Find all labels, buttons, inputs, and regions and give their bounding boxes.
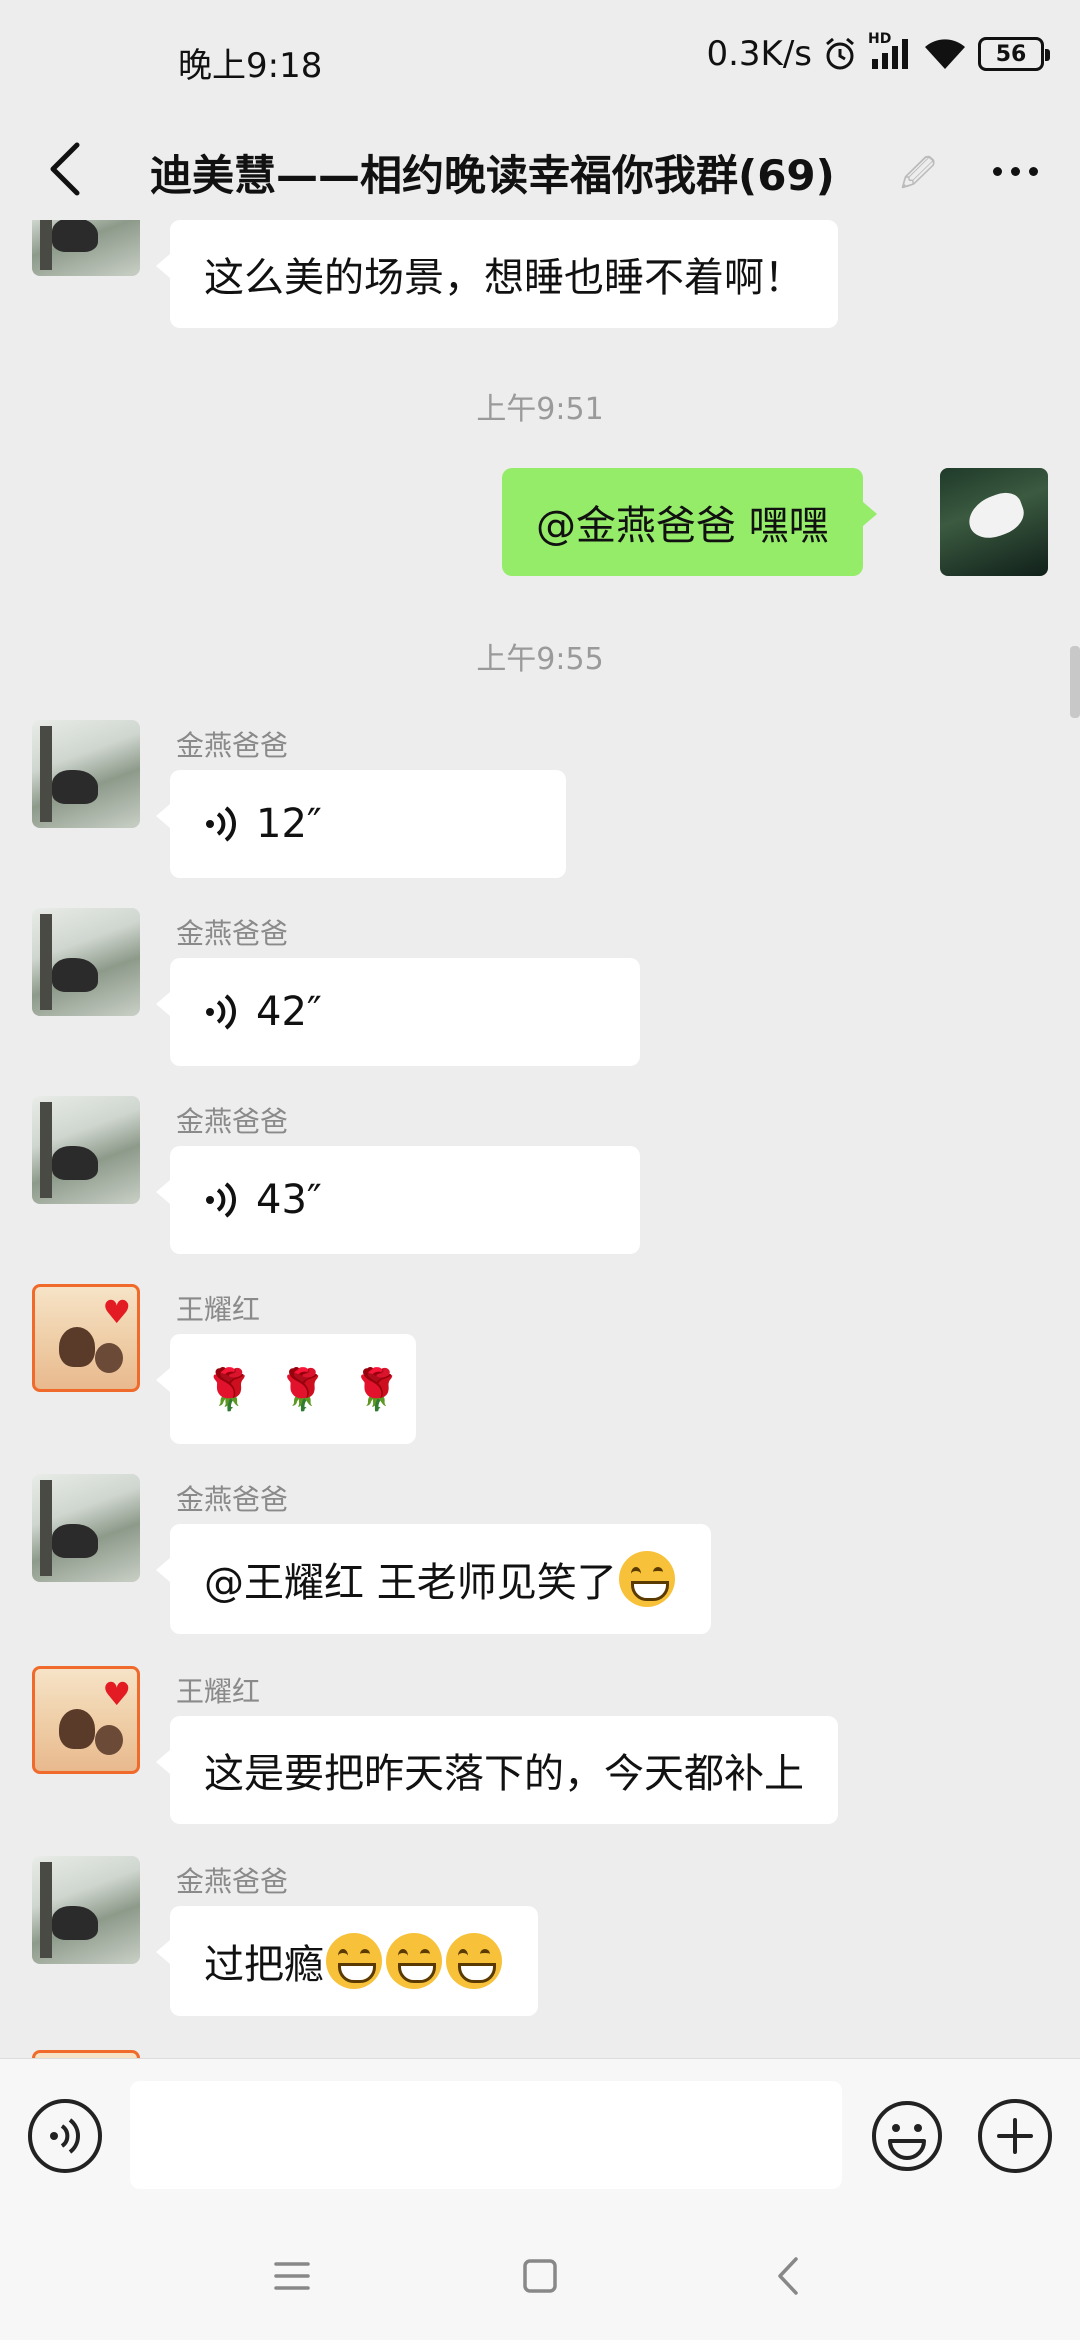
heart-icon: ♥ <box>102 1675 131 1713</box>
chat-title[interactable]: 迪美慧——相约晚读幸福你我群(69) <box>150 142 930 203</box>
heart-icon: ♥ <box>102 1293 131 1331</box>
message-text: @金燕爸爸 嘿嘿 <box>536 503 829 549</box>
voice-icon <box>206 806 236 842</box>
plus-icon <box>997 2118 1033 2154</box>
chat-header: 迪美慧——相约晚读幸福你我群(69) 🖉 <box>0 120 1080 220</box>
navigation-bar <box>0 2210 1080 2340</box>
menu-button[interactable] <box>260 2244 324 2308</box>
avatar[interactable] <box>32 1096 140 1204</box>
grin-emoji-icon <box>618 1551 675 1607</box>
message-bubble[interactable]: 这么美的场景，想睡也睡不着啊！ <box>156 220 838 328</box>
sender-name: 王耀红 <box>176 1293 261 1326</box>
avatar[interactable] <box>32 720 140 828</box>
status-bar: 晚上9:18 0.3K/s HD 56 <box>0 0 1080 120</box>
more-dots-icon <box>992 166 1002 176</box>
menu-icon <box>274 2262 310 2290</box>
voice-duration: 42″ <box>256 989 322 1035</box>
rose-icon: 🌹 <box>204 1366 254 1413</box>
voice-input-icon <box>50 2118 80 2154</box>
grin-emoji-icon <box>446 1933 502 1989</box>
timestamp: 上午9:51 <box>476 392 604 427</box>
message-bubble[interactable]: 这是要把昨天落下的，今天都补上 <box>156 1716 838 1824</box>
avatar[interactable]: ♥ <box>32 1666 140 1774</box>
message-text: 这是要把昨天落下的，今天都补上 <box>204 1751 804 1797</box>
own-avatar[interactable] <box>940 468 1048 576</box>
signal-hd-label: HD <box>868 31 892 47</box>
grin-emoji-icon <box>326 1933 382 1989</box>
signal-icon: HD <box>868 31 912 71</box>
sender-name: 王耀红 <box>176 1675 261 1708</box>
network-speed: 0.3K/s <box>706 34 812 74</box>
avatar[interactable]: ♥ <box>32 1284 140 1392</box>
timestamp: 上午9:55 <box>476 642 604 677</box>
sender-name: 金燕爸爸 <box>176 1105 289 1138</box>
message-bubble[interactable]: 过把瘾 <box>156 1906 538 2016</box>
home-icon <box>523 2259 557 2293</box>
message-input[interactable] <box>130 2081 842 2189</box>
more-button[interactable] <box>980 146 1050 196</box>
voice-message[interactable]: 43″ <box>156 1146 640 1254</box>
battery-icon: 56 <box>978 37 1050 71</box>
voice-duration: 43″ <box>256 1177 322 1223</box>
sender-name: 金燕爸爸 <box>176 729 289 762</box>
back-button[interactable] <box>30 134 100 204</box>
input-bar <box>0 2058 1080 2210</box>
avatar[interactable] <box>32 1474 140 1582</box>
voice-icon <box>206 994 236 1030</box>
avatar[interactable] <box>32 220 140 276</box>
message-text: 过把瘾 <box>204 1942 324 1988</box>
back-icon <box>778 2257 798 2295</box>
back-arrow-icon <box>50 142 80 196</box>
alarm-icon <box>822 36 858 72</box>
voice-message[interactable]: 42″ <box>156 958 640 1066</box>
avatar[interactable] <box>32 1856 140 1964</box>
rose-icon: 🌹 <box>351 1366 402 1413</box>
status-icons: 0.3K/s HD 56 <box>706 31 1050 74</box>
wifi-icon <box>922 37 968 71</box>
voice-duration: 12″ <box>256 801 322 847</box>
home-button[interactable] <box>508 2244 572 2308</box>
voice-input-button[interactable] <box>28 2099 102 2173</box>
plus-button[interactable] <box>978 2099 1052 2173</box>
sender-name: 金燕爸爸 <box>176 1865 289 1898</box>
rose-icon: 🌹 <box>277 1366 328 1413</box>
emoji-icon <box>872 2101 942 2171</box>
status-time: 晚上9:18 <box>178 46 323 86</box>
message-text: 这么美的场景，想睡也睡不着啊！ <box>204 255 804 301</box>
grin-emoji-icon <box>386 1933 442 1989</box>
title-mute-icon: 🖉 <box>900 154 937 194</box>
avatar[interactable] <box>32 2050 140 2058</box>
voice-message[interactable]: 12″ <box>156 770 566 878</box>
emoji-button[interactable] <box>870 2099 944 2173</box>
message-bubble-own[interactable]: @金燕爸爸 嘿嘿 <box>502 468 877 576</box>
nav-back-button[interactable] <box>756 2244 820 2308</box>
message-bubble[interactable]: 🌹 🌹 🌹 <box>156 1334 416 1444</box>
voice-icon <box>206 1182 236 1218</box>
avatar[interactable] <box>32 908 140 1016</box>
message-text: @王耀红 王老师见笑了 <box>204 1560 617 1606</box>
sender-name: 金燕爸爸 <box>176 917 289 950</box>
chat-messages[interactable]: 这么美的场景，想睡也睡不着啊！ 上午9:51 @金燕爸爸 嘿嘿 上午9:55 金… <box>0 220 1080 2058</box>
message-bubble[interactable]: @王耀红 王老师见笑了 <box>156 1524 711 1634</box>
sender-name: 金燕爸爸 <box>176 1483 289 1516</box>
